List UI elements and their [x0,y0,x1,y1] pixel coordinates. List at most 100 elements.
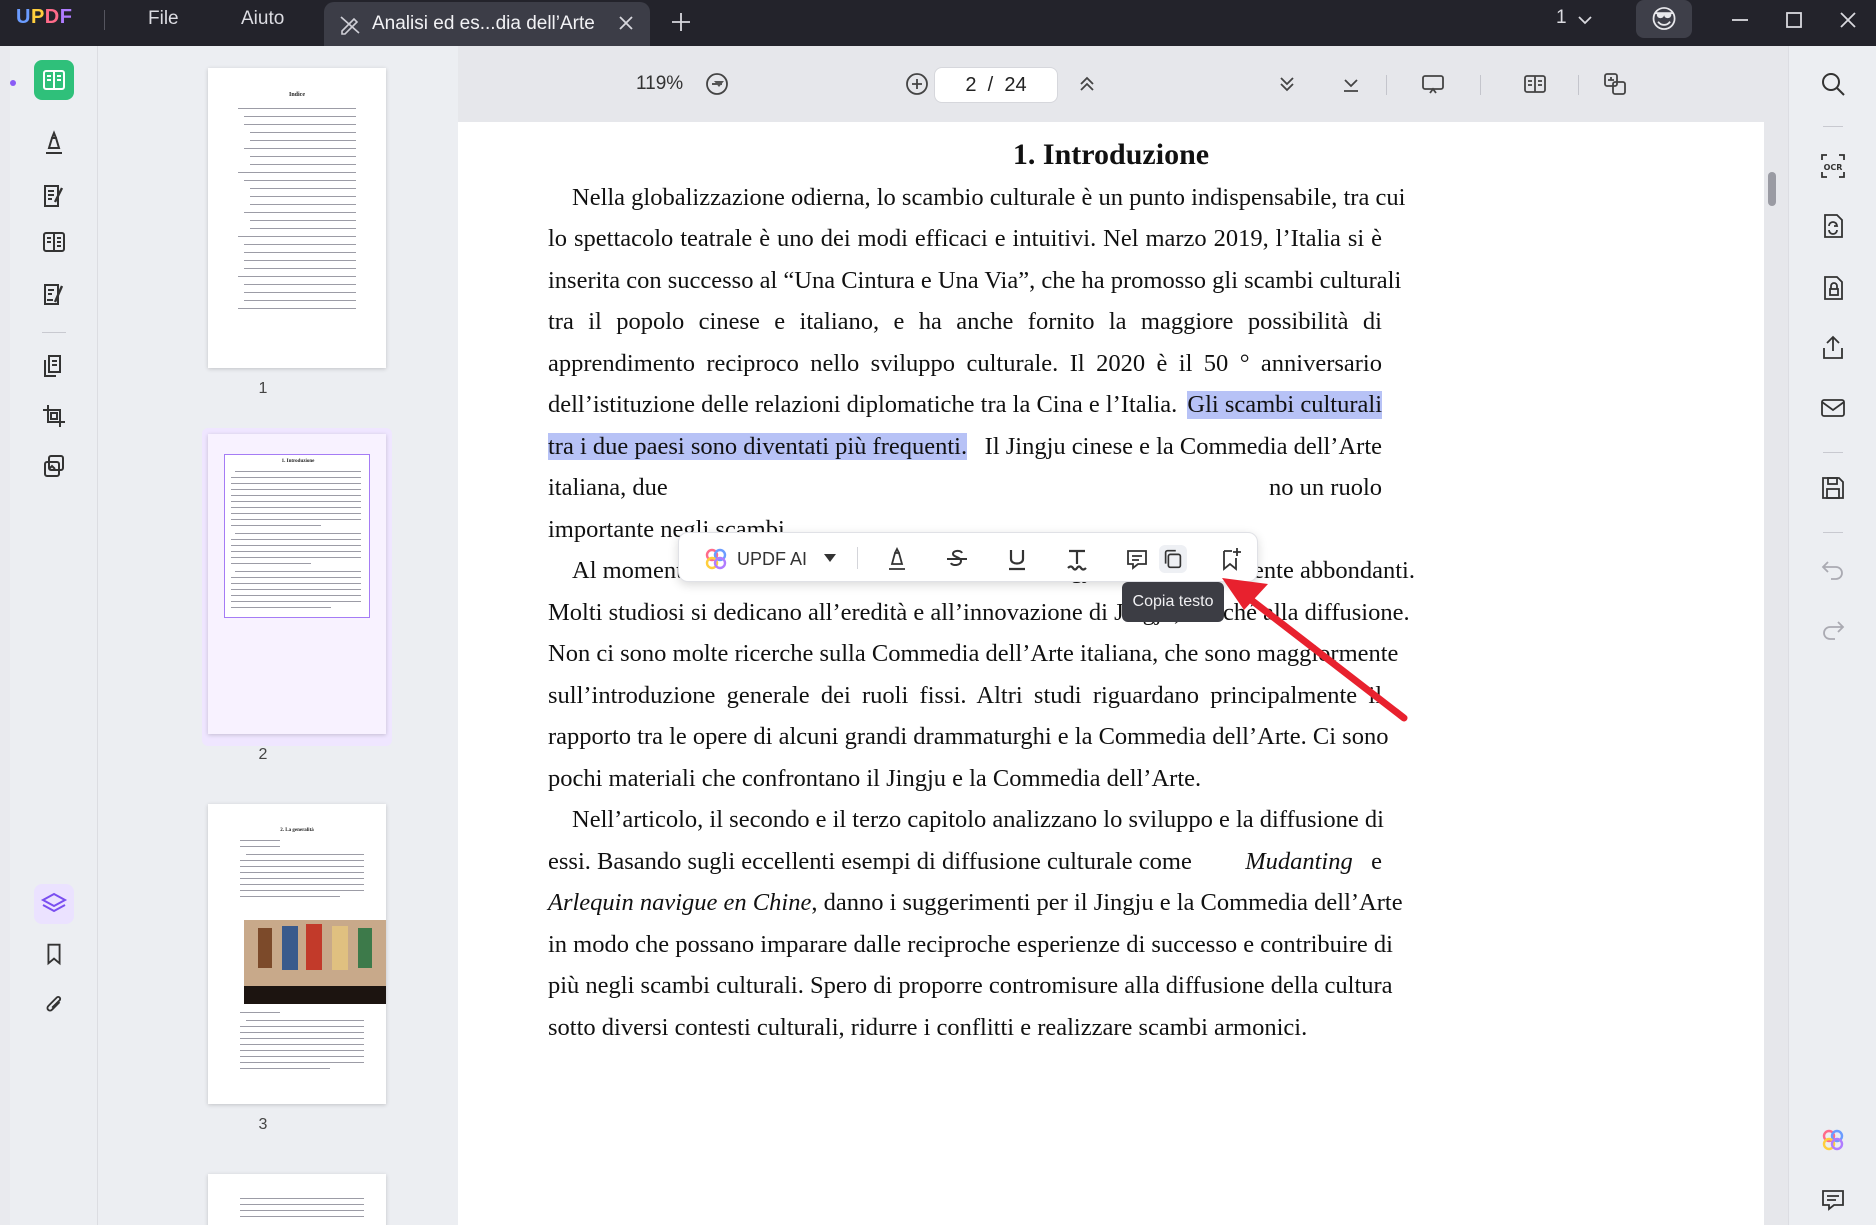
close-tab-icon[interactable] [616,13,636,33]
thumbnail-number: 2 [258,746,268,763]
copy-text-button[interactable] [1159,545,1187,573]
paragraph-line[interactable]: lo spettacolo teatrale è uno dei modi ef… [548,225,1382,253]
close-window-icon[interactable] [1836,8,1860,32]
paragraph-line[interactable]: tra i due paesi sono diventati più frequ… [548,433,1382,461]
highlight-button[interactable] [883,545,911,573]
search-icon[interactable] [1819,70,1847,98]
thumbnail-heading: 2. La generalità [280,828,314,833]
zoom-dropdown-icon[interactable] [712,77,726,91]
paragraph-line[interactable]: sotto diversi contesti culturali, ridurr… [548,1014,1382,1042]
menu-help[interactable]: Aiuto [241,8,284,30]
pdf-page[interactable]: 1. Introduzione Nella globalizzazione od… [458,122,1764,1225]
layers-button[interactable] [34,884,74,924]
squiggly-button[interactable] [1063,545,1091,573]
ocr-icon[interactable]: OCR [1819,152,1847,180]
ai-dropdown-icon[interactable] [823,551,837,565]
document-tab-title: Analisi ed es...dia dell’Arte [372,13,595,34]
paragraph-line[interactable]: Arlequin navigue en Chine, danno i sugge… [548,889,1403,917]
paragraph-line[interactable]: inserita con successo al “Una Cintura e … [548,267,1401,295]
paragraph-line[interactable]: Nella globalizzazione odierna, lo scambi… [572,184,1405,212]
rail-separator [1823,532,1843,533]
thumbnail-image [244,920,386,986]
protect-icon[interactable] [1819,274,1847,302]
paragraph-line[interactable]: italiana, due no un ruolo [548,474,1382,502]
undo-icon[interactable] [1819,554,1847,582]
selected-text[interactable]: Gli scambi culturali [1187,391,1382,419]
underline-button[interactable] [1003,545,1031,573]
italic-title: Mudanting [1245,848,1353,875]
paragraph-line[interactable]: in modo che possano imparare dalle recip… [548,931,1393,959]
paragraph-line[interactable]: pochi materiali che confrontano il Jingj… [548,765,1382,793]
batch-button[interactable] [34,446,74,486]
new-tab-icon[interactable] [670,11,692,33]
form-icon [43,232,65,252]
comments-panel-icon[interactable] [1819,1186,1847,1214]
attachment-button[interactable] [34,984,74,1024]
updf-ai-icon[interactable] [1819,1126,1847,1154]
edit-pdf-button[interactable] [34,176,74,216]
paragraph-line[interactable]: apprendimento reciproco nello sviluppo c… [548,350,1382,378]
selected-text[interactable]: tra i due paesi sono diventati più frequ… [548,433,968,460]
page-thumbnail-1[interactable]: Indice [208,68,386,368]
document-tab[interactable]: Analisi ed es...dia dell’Arte [324,2,650,46]
menu-file[interactable]: File [148,8,179,30]
title-bar: UPDF File Aiuto Analisi ed es...dia dell… [0,0,1876,46]
left-tool-rail [10,46,98,1225]
highlighter-icon [889,546,905,570]
sign-button[interactable] [34,274,74,314]
vertical-scrollbar[interactable] [1768,172,1776,206]
user-avatar[interactable]: 😎 [1636,0,1692,38]
updf-logo: UPDF [16,6,73,28]
crop-button[interactable] [34,396,74,436]
text-run: , danno i suggerimenti per il Jingju e l… [811,889,1403,916]
batch-icon [44,455,64,477]
paragraph-line[interactable]: Nell’articolo, il secondo e il terzo cap… [572,806,1384,834]
reader-mode-button[interactable] [34,60,74,100]
updf-ai-button[interactable]: UPDF AI [703,545,807,573]
page-title: 1. Introduzione [1012,138,1210,171]
maximize-icon[interactable] [1782,8,1806,32]
comment-tool-button[interactable] [34,124,74,164]
page-thumbnail-3[interactable]: 2. La generalità [208,804,386,1104]
add-comment-button[interactable] [1123,545,1151,573]
strikethrough-button[interactable] [943,545,971,573]
copy-icon [1164,549,1182,569]
page-number-input[interactable]: 2 / 24 [934,67,1058,103]
share-icon[interactable] [1819,334,1847,362]
thumbnail-heading: 1. Introduzione [281,459,315,464]
organize-pages-button[interactable] [34,346,74,386]
page-thumbnail-2[interactable]: 1. Introduzione [208,434,386,734]
zoom-in-icon[interactable] [904,71,930,97]
email-icon[interactable] [1819,394,1847,422]
squiggly-text-icon [1067,549,1087,571]
redo-icon[interactable] [1819,614,1847,642]
view-toolbar: 119% 2 / 24 [458,46,1788,122]
bookmark-button[interactable] [34,934,74,974]
slideshow-icon[interactable] [1420,71,1446,97]
minimize-icon[interactable] [1728,8,1752,32]
form-button[interactable] [34,222,74,262]
book-icon [43,70,65,90]
convert-icon[interactable] [1819,212,1847,240]
text-run: essi. Basando sugli eccellenti esempi di… [548,848,1192,875]
save-icon[interactable] [1819,474,1847,502]
paragraph-line[interactable]: dell’istituzione delle relazioni diploma… [548,391,1382,419]
paragraph-line[interactable]: tra il popolo cinese e italiano, e ha an… [548,308,1382,336]
paragraph-line[interactable]: essi. Basando sugli eccellenti esempi di… [548,848,1382,876]
thumbnail-heading: Indice [288,92,305,98]
page-layout-icon[interactable] [1522,71,1548,97]
next-page-icon[interactable] [1274,71,1300,97]
translate-icon[interactable] [1602,71,1628,97]
previous-page-icon[interactable] [1074,71,1100,97]
notification-dot [10,80,16,86]
paragraph-line[interactable]: rapporto tra le opere di alcuni grandi d… [548,723,1388,751]
paragraph-line[interactable]: più negli scambi culturali. Spero di pro… [548,972,1393,1000]
zoom-level[interactable]: 119% [636,73,683,95]
right-tool-rail: OCR [1788,46,1876,1225]
page-thumbnail-4[interactable] [208,1174,386,1225]
updf-ai-icon [705,548,727,570]
thumbnail-text-block: 1. Introduzione [224,454,370,618]
chevron-down-icon[interactable] [1576,11,1594,29]
window-count[interactable]: 1 [1556,7,1567,29]
last-page-icon[interactable] [1338,71,1364,97]
